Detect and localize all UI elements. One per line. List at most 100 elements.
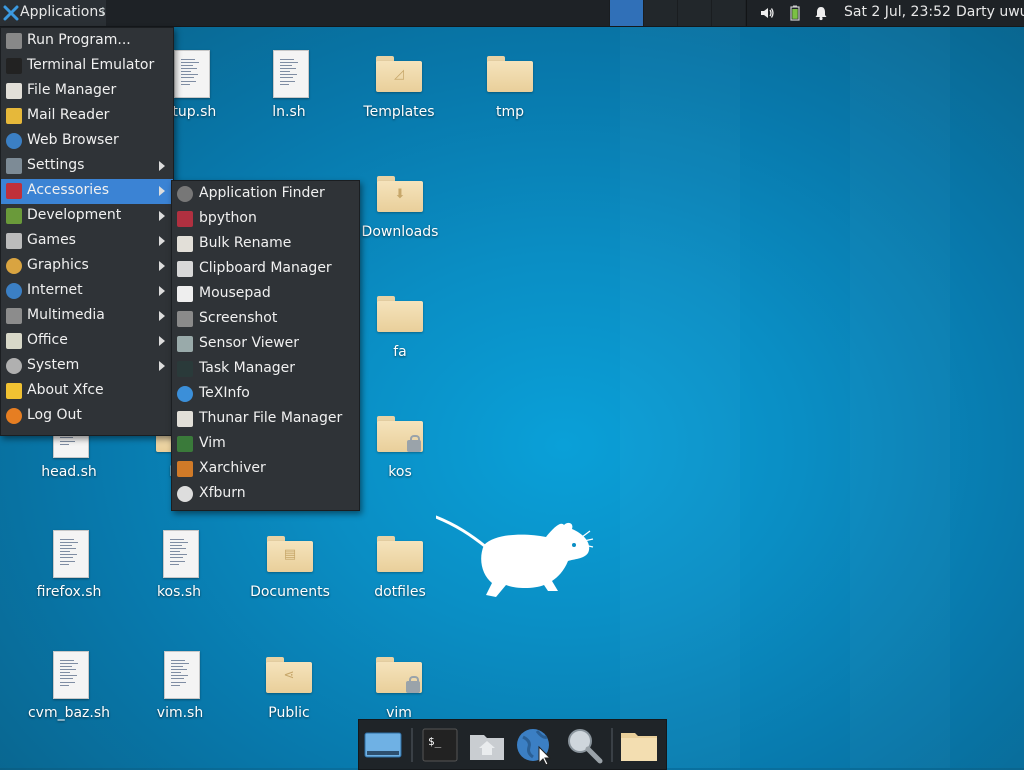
- desktop-icon-label: Templates: [363, 104, 435, 120]
- desktop-folder-16[interactable]: vim: [349, 651, 449, 721]
- accessories-menu-item-label: Sensor Viewer: [199, 335, 300, 351]
- desktop-file-13[interactable]: cvm_baz.sh: [19, 651, 119, 721]
- accessories-menu-item-vim[interactable]: Vim: [172, 432, 359, 457]
- app-menu-item-internet[interactable]: Internet: [1, 279, 173, 304]
- home-folder-icon[interactable]: [467, 725, 507, 765]
- desktop-folder-2[interactable]: ◿ Templates: [349, 50, 449, 120]
- dock-separator: [611, 728, 613, 762]
- user-name[interactable]: Darty uwu: [956, 4, 1024, 20]
- star-icon: [6, 383, 22, 399]
- app-menu-item-multimedia[interactable]: Multimedia: [1, 304, 173, 329]
- show-desktop-icon[interactable]: [363, 725, 403, 765]
- applications-menu-button[interactable]: Applications ⁝: [0, 0, 106, 26]
- accessories-menu-item-label: Screenshot: [199, 310, 278, 326]
- desktop-file-10[interactable]: kos.sh: [129, 530, 229, 600]
- app-menu-item-settings[interactable]: Settings: [1, 154, 173, 179]
- sensor-icon: [177, 336, 193, 352]
- xfce-mouse-logo: [436, 515, 594, 597]
- submenu-arrow-icon: [159, 286, 165, 296]
- accessories-menu-item-application-finder[interactable]: Application Finder: [172, 182, 359, 207]
- app-menu-item-log-out[interactable]: Log Out: [1, 404, 173, 429]
- submenu-arrow-icon: [159, 311, 165, 321]
- settings-icon: [6, 158, 22, 174]
- desktop-folder-5[interactable]: fa: [350, 290, 450, 360]
- accessories-menu-item-task-manager[interactable]: Task Manager: [172, 357, 359, 382]
- workspace-3[interactable]: [677, 0, 711, 26]
- workspace-1[interactable]: [609, 0, 643, 26]
- app-menu-item-label: About Xfce: [27, 382, 104, 398]
- accessories-menu-item-mousepad[interactable]: Mousepad: [172, 282, 359, 307]
- terminal-icon: [6, 58, 22, 74]
- text-editor-icon: [177, 286, 193, 302]
- accessories-menu-item-screenshot[interactable]: Screenshot: [172, 307, 359, 332]
- accessories-menu-item-bpython[interactable]: bpython: [172, 207, 359, 232]
- desktop-folder-3[interactable]: tmp: [460, 50, 560, 120]
- app-menu-item-label: Log Out: [27, 407, 82, 423]
- app-menu-item-label: Web Browser: [27, 132, 119, 148]
- desktop-folder-12[interactable]: dotfiles: [350, 530, 450, 600]
- clock[interactable]: Sat 2 Jul, 23:52: [844, 4, 951, 20]
- desktop-icon-label: dotfiles: [374, 584, 426, 600]
- accessories-menu-item-xarchiver[interactable]: Xarchiver: [172, 457, 359, 482]
- accessories-menu-item-xfburn[interactable]: Xfburn: [172, 482, 359, 507]
- accessories-menu-item-texinfo[interactable]: TeXInfo: [172, 382, 359, 407]
- web-browser-icon[interactable]: [515, 725, 555, 765]
- volume-icon[interactable]: [759, 5, 775, 21]
- app-menu-item-mail-reader[interactable]: Mail Reader: [1, 104, 173, 129]
- applications-menu: Run Program... Terminal Emulator File Mana…: [0, 27, 174, 436]
- desktop-folder-4[interactable]: ⬇ Downloads: [350, 170, 450, 240]
- accessories-menu-item-bulk-rename[interactable]: Bulk Rename: [172, 232, 359, 257]
- info-icon: [177, 386, 193, 402]
- folder-icon[interactable]: [619, 725, 659, 765]
- app-menu-item-terminal-emulator[interactable]: Terminal Emulator: [1, 54, 173, 79]
- app-menu-item-label: Office: [27, 332, 68, 348]
- accessories-menu-item-thunar-file-manager[interactable]: Thunar File Manager: [172, 407, 359, 432]
- desktop-file-9[interactable]: firefox.sh: [19, 530, 119, 600]
- svg-text:$_: $_: [428, 735, 442, 748]
- office-icon: [6, 333, 22, 349]
- app-menu-item-graphics[interactable]: Graphics: [1, 254, 173, 279]
- app-menu-item-about-xfce[interactable]: About Xfce: [1, 379, 173, 404]
- shell-script-file-icon: [45, 651, 93, 699]
- desktop-folder-8[interactable]: kos: [350, 410, 450, 480]
- terminal-icon[interactable]: $_: [420, 725, 460, 765]
- app-menu-item-file-manager[interactable]: File Manager: [1, 79, 173, 104]
- desktop-folder-15[interactable]: ⋖ Public: [239, 651, 339, 721]
- accessories-menu-item-label: Task Manager: [199, 360, 296, 376]
- shell-script-file-icon: [156, 651, 204, 699]
- desktop-icon-label: tmp: [495, 104, 524, 120]
- folder-emblem-icon: ▤: [283, 547, 297, 562]
- workspace-2[interactable]: [643, 0, 677, 26]
- app-finder-icon[interactable]: [564, 725, 604, 765]
- shell-script-file-icon: [265, 50, 313, 98]
- dock-panel: $_: [358, 719, 667, 770]
- folder-emblem-icon: ◿: [394, 67, 404, 82]
- folder-icon: [376, 410, 424, 458]
- notification-bell-icon[interactable]: [813, 5, 829, 21]
- submenu-arrow-icon: [159, 186, 165, 196]
- app-menu-item-label: Games: [27, 232, 76, 248]
- desktop-folder-11[interactable]: ▤ Documents: [240, 530, 340, 600]
- accessories-menu-item-sensor-viewer[interactable]: Sensor Viewer: [172, 332, 359, 357]
- desktop-icon-label: kos: [388, 464, 412, 480]
- battery-icon[interactable]: [787, 5, 803, 21]
- app-menu-item-web-browser[interactable]: Web Browser: [1, 129, 173, 154]
- app-menu-item-development[interactable]: Development: [1, 204, 173, 229]
- clipboard-icon: [177, 261, 193, 277]
- app-menu-item-system[interactable]: System: [1, 354, 173, 379]
- accessories-menu-item-label: Application Finder: [199, 185, 325, 201]
- app-menu-item-games[interactable]: Games: [1, 229, 173, 254]
- app-menu-item-run-program[interactable]: Run Program...: [1, 29, 173, 54]
- accessories-menu-item-clipboard-manager[interactable]: Clipboard Manager: [172, 257, 359, 282]
- panel-grip-icon: ⁝: [101, 4, 105, 18]
- workspace-4[interactable]: [711, 0, 745, 26]
- desktop-file-14[interactable]: vim.sh: [130, 651, 230, 721]
- app-menu-item-office[interactable]: Office: [1, 329, 173, 354]
- desktop-file-1[interactable]: ln.sh: [239, 50, 339, 120]
- top-panel: Applications ⁝ Sat 2 Jul, 23:52 Darty uw…: [0, 0, 1024, 27]
- desktop-icon-label: head.sh: [41, 464, 97, 480]
- dock-separator: [411, 728, 413, 762]
- task-manager-icon: [177, 361, 193, 377]
- app-menu-item-accessories[interactable]: Accessories: [1, 179, 173, 204]
- folder-icon: ◿: [375, 50, 423, 98]
